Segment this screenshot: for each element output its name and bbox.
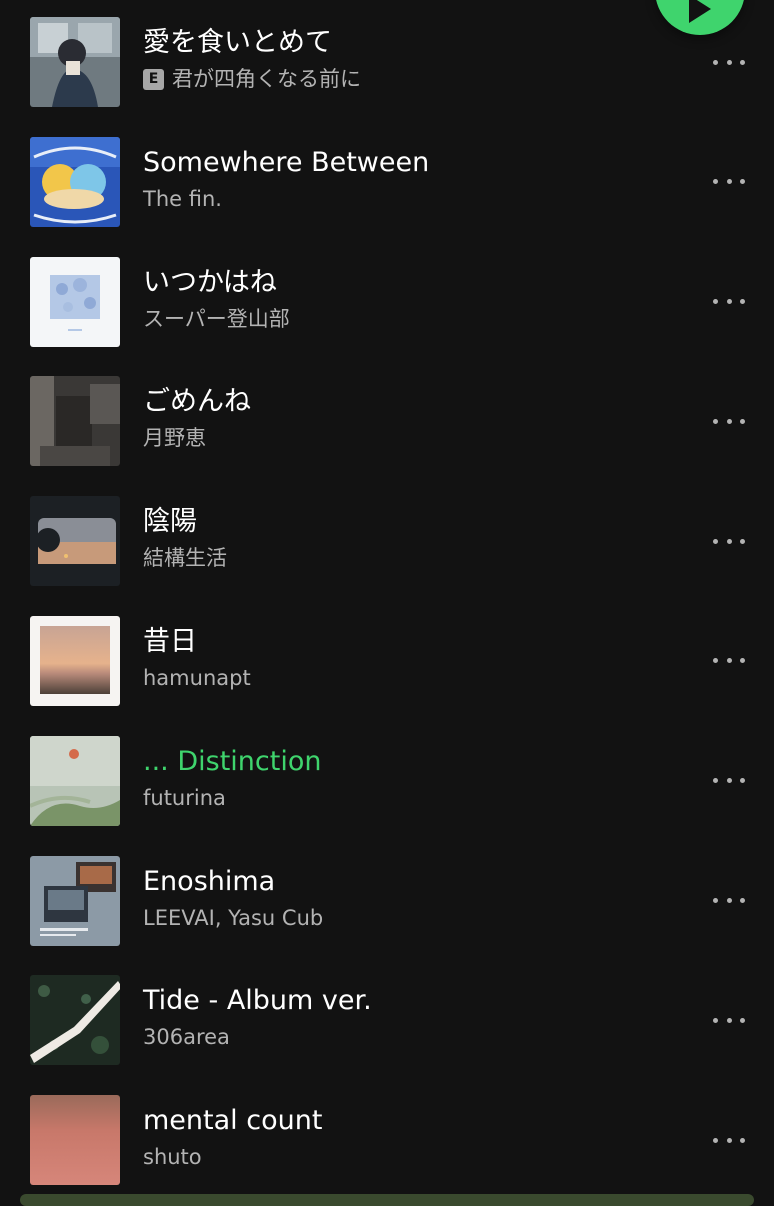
album-art (30, 975, 120, 1066)
more-horizontal-icon (713, 179, 718, 185)
track-artist: 306area (143, 1025, 230, 1050)
track-subline: hamunapt (143, 663, 251, 693)
track-title: mental count (143, 1105, 323, 1137)
album-art (30, 136, 120, 227)
track-title: Somewhere Between (143, 146, 430, 178)
more-horizontal-icon (713, 59, 718, 65)
more-horizontal-icon (713, 898, 718, 904)
track-artist: hamunapt (143, 665, 251, 690)
track-row[interactable]: Enoshima LEEVAI, Yasu Cub (0, 841, 774, 961)
more-options-button[interactable] (707, 52, 751, 72)
track-subline: スーパー登山部 (143, 304, 290, 334)
mini-player-edge[interactable] (20, 1194, 754, 1206)
album-art (30, 615, 120, 706)
more-options-button[interactable] (707, 1130, 751, 1150)
track-subline: E 君が四角くなる前に (143, 64, 361, 94)
track-artist: 月野恵 (143, 426, 206, 451)
track-row[interactable]: 愛を食いとめて E 君が四角くなる前に (0, 2, 774, 122)
track-row[interactable]: ごめんね 月野恵 (0, 361, 774, 481)
more-horizontal-icon (713, 299, 718, 305)
track-title: 陰陽 (143, 506, 197, 538)
track-subline: The fin. (143, 184, 222, 214)
track-artist: LEEVAI, Yasu Cub (143, 905, 324, 930)
track-row[interactable]: ... Distinction futurina (0, 721, 774, 841)
album-art (30, 855, 120, 946)
track-title: 昔日 (143, 625, 197, 657)
track-title: Tide - Album ver. (143, 985, 372, 1017)
track-subline: futurina (143, 783, 226, 813)
track-artist: 君が四角くなる前に (172, 67, 361, 91)
more-horizontal-icon (713, 538, 718, 544)
track-subline: 月野恵 (143, 423, 206, 453)
track-title: 愛を食いとめて (143, 27, 332, 58)
track-title: ごめんね (143, 386, 251, 418)
track-title: ... Distinction (143, 745, 322, 777)
track-title: いつかはね (143, 266, 277, 298)
more-horizontal-icon (713, 1017, 718, 1023)
more-options-button[interactable] (707, 172, 751, 192)
album-art (30, 256, 120, 347)
track-artist: スーパー登山部 (143, 306, 290, 331)
track-artist: The fin. (143, 186, 222, 211)
more-options-button[interactable] (707, 891, 751, 911)
track-subline: LEEVAI, Yasu Cub (143, 903, 323, 933)
more-horizontal-icon (713, 418, 718, 424)
track-artist: futurina (143, 785, 226, 810)
album-art (30, 735, 120, 826)
track-subline: 結構生活 (143, 543, 227, 573)
more-options-button[interactable] (707, 292, 751, 312)
more-horizontal-icon (713, 1137, 718, 1143)
track-row[interactable]: Somewhere Between The fin. (0, 122, 774, 242)
track-row[interactable]: いつかはね スーパー登山部 (0, 242, 774, 362)
more-options-button[interactable] (707, 651, 751, 671)
track-artist: shuto (143, 1145, 202, 1170)
album-art (30, 376, 120, 467)
track-subline: 306area (143, 1022, 230, 1052)
album-art (30, 17, 120, 107)
explicit-badge: E (143, 68, 164, 90)
track-title: Enoshima (143, 865, 276, 897)
more-options-button[interactable] (707, 1010, 751, 1030)
track-row[interactable]: 昔日 hamunapt (0, 601, 774, 721)
album-art (30, 1095, 120, 1186)
more-options-button[interactable] (707, 411, 751, 431)
album-art (30, 496, 120, 587)
track-artist: 結構生活 (143, 546, 227, 571)
track-row[interactable]: 陰陽 結構生活 (0, 481, 774, 601)
more-options-button[interactable] (707, 531, 751, 551)
track-row[interactable]: Tide - Album ver. 306area (0, 960, 774, 1080)
more-horizontal-icon (713, 658, 718, 664)
track-subline: shuto (143, 1142, 202, 1172)
more-options-button[interactable] (707, 771, 751, 791)
track-list: 愛を食いとめて E 君が四角くなる前に Somewhere Between Th… (0, 2, 774, 1200)
more-horizontal-icon (713, 778, 718, 784)
track-row[interactable]: mental count shuto (0, 1080, 774, 1200)
